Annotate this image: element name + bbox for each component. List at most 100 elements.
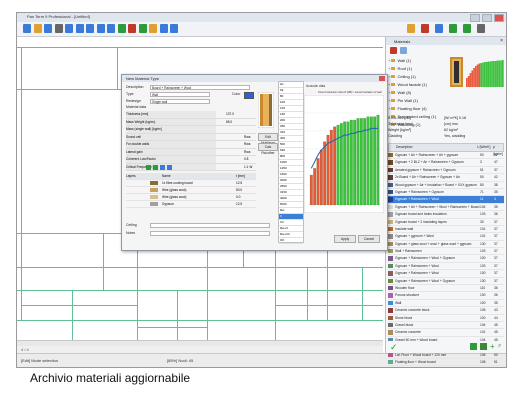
frequency-row[interactable]: OK — [279, 238, 303, 244]
table-row[interactable]: 2x Board + Air + Rainscreen + Gypsum + A… — [388, 174, 504, 182]
panel-chart-bar — [467, 76, 470, 87]
layer-thickness[interactable]: 12.5 — [236, 201, 242, 207]
save-icon[interactable] — [44, 24, 52, 33]
table-row[interactable]: Gypsum board + 2 insulating layers 30 37 — [388, 219, 504, 226]
description-input[interactable]: Board + Rainscreen + Wool — [150, 85, 250, 90]
add-material-icon[interactable] — [470, 343, 477, 350]
tree-item[interactable]: + Floating floor (4) — [388, 105, 448, 113]
plus-icon[interactable]: + — [490, 342, 495, 351]
col-description[interactable]: Description — [396, 144, 413, 151]
material-icon[interactable] — [390, 47, 397, 54]
table-row[interactable]: Ceramic concrete 101 45 — [388, 329, 504, 337]
property-value[interactable]: 65.0 — [226, 119, 232, 126]
move-up-icon[interactable] — [160, 165, 165, 170]
layer-row[interactable]: Wire (glass wool) 50.0 — [126, 187, 256, 194]
tree-item[interactable]: + Pin Wall (1) — [388, 97, 448, 105]
layers-icon[interactable] — [435, 24, 443, 33]
settings-icon[interactable] — [477, 24, 485, 33]
table-row[interactable]: Gypsum + Air + Rainscreen + Wool + Rains… — [388, 204, 504, 212]
sum-icon[interactable] — [449, 24, 457, 33]
frequency-table: Hz 63 80 100 125 160 200 250 315 400 500 630 800 1000… — [278, 81, 304, 244]
material-swatch — [388, 315, 393, 320]
undo-icon[interactable] — [65, 24, 73, 33]
search-icon[interactable]: ⌕ — [498, 343, 501, 350]
zoom-in-icon[interactable] — [86, 24, 94, 33]
table-row[interactable]: Gypsum + Rainscreen + Wool + Gypsum 100 37 — [388, 255, 504, 263]
layer-row[interactable]: Gypsum 12.5 — [126, 201, 256, 208]
table-row[interactable]: Gypsum + Rainscreen + Wool + Gypsum 130 37 — [388, 278, 504, 286]
table-row[interactable]: Ceramic concrete block 105 43 — [388, 307, 504, 315]
calculate-icon[interactable] — [407, 24, 415, 33]
settings-icon[interactable] — [400, 47, 407, 54]
redo-icon[interactable] — [75, 24, 84, 33]
help-icon[interactable] — [170, 24, 178, 33]
property-value[interactable]: 137.0 — [226, 111, 234, 118]
sheet-tab-label[interactable]: 4 / 4 — [21, 347, 29, 352]
minimize-button[interactable] — [470, 14, 480, 22]
table-row[interactable]: Wall 100 35 — [388, 300, 504, 308]
table-row[interactable]: Gypsum + Rainscreen + Wool 103 37 — [388, 263, 504, 271]
table-row[interactable]: Stone block 100 44 — [388, 315, 504, 322]
table-row[interactable]: Gypsum + Rainscreen + Wool 100 37 — [388, 270, 504, 278]
layer-row[interactable]: 1x fibre-cooling board 12.5 — [126, 180, 256, 187]
table-row[interactable]: Wooden floor 110 36 — [388, 285, 504, 293]
redesign-select[interactable]: Single wall — [150, 99, 210, 104]
table-row[interactable]: Gypsum + Rainscreen + Gypsum 71 35 — [388, 189, 504, 197]
table-row[interactable]: Gypsum + Rainscreen + Wool 11 4 — [388, 196, 504, 204]
material-icon[interactable] — [149, 24, 157, 33]
table-row[interactable]: Gypsum + 2 BL2 + Air + Rainscreen + Gyps… — [388, 159, 504, 167]
notes-input[interactable] — [150, 231, 270, 236]
chart-icon[interactable] — [421, 24, 429, 33]
type-select[interactable]: Wall — [150, 92, 210, 97]
layer-thickness[interactable]: 12.5 — [236, 180, 242, 186]
grid-icon[interactable] — [159, 24, 168, 33]
add-layer-icon[interactable] — [146, 165, 151, 170]
folder-icon — [391, 59, 396, 62]
table-row[interactable]: Aerated gypsum + Rainscreen + Gypsum 51 37 — [388, 167, 504, 175]
table-row[interactable]: Window frame + insulating frames 107 53 — [388, 366, 504, 367]
edit-material-icon[interactable] — [480, 343, 487, 350]
tree-item[interactable]: + Wall (1) — [388, 57, 448, 65]
layer-thickness[interactable]: 0.0 — [236, 194, 240, 200]
pan-icon[interactable] — [117, 24, 126, 33]
ceiling-input[interactable] — [150, 223, 270, 228]
line-icon[interactable] — [138, 24, 147, 33]
cancel-button[interactable]: Cancel — [358, 235, 380, 243]
remove-layer-icon[interactable] — [153, 165, 158, 170]
tree-item[interactable]: + Wood facade (1) — [388, 81, 448, 89]
table-row[interactable]: Porous structure 100 36 — [388, 292, 504, 300]
color-swatch[interactable] — [244, 92, 254, 99]
material-swatch — [388, 271, 393, 276]
print-icon[interactable] — [54, 24, 63, 33]
table-row[interactable]: Wall + Rainscreen 103 37 — [388, 248, 504, 256]
table-row[interactable]: Wood gypsum + Air + Insulation + Board +… — [388, 182, 504, 189]
layer-row[interactable]: Wire (glass wool) 0.0 — [126, 194, 256, 201]
table-row[interactable]: Gypsum + gypsum + Wool 101 37 — [388, 233, 504, 241]
globe-icon[interactable] — [463, 24, 471, 33]
table-row[interactable]: Gypsum + glass wool + wool + glass wool … — [388, 241, 504, 249]
table-row[interactable]: Gravel block 104 45 — [388, 322, 504, 330]
calc-rw-button[interactable]: Calc Rw/other — [258, 143, 278, 155]
apply-button[interactable]: Apply — [334, 235, 356, 243]
col-lambda[interactable]: λ [W/mK] — [477, 144, 490, 151]
maximize-button[interactable] — [482, 14, 492, 22]
close-icon[interactable]: × — [500, 38, 503, 44]
table-row[interactable]: Gypsum board and tanks insulation 103 36 — [388, 211, 504, 219]
tree-item[interactable]: + Ceiling (1) — [388, 73, 448, 81]
dialog-close-button[interactable] — [379, 76, 385, 81]
edit-multilayer-button[interactable]: Edit Multilayer — [258, 133, 278, 145]
check-icon[interactable]: ✓ — [390, 342, 398, 353]
table-row[interactable]: Floating floor + Wood board 106 51 — [388, 359, 504, 367]
zoom-out-icon[interactable] — [96, 24, 105, 33]
move-down-icon[interactable] — [167, 165, 172, 170]
new-icon[interactable] — [23, 24, 31, 33]
tree-item[interactable]: + Wall (8) — [388, 89, 448, 97]
table-row[interactable]: Insulate wall 101 37 — [388, 226, 504, 234]
table-row[interactable]: Gypsum + Air + Rainscreen + Air + gypsum… — [388, 152, 504, 160]
tree-item[interactable]: + Roof (1) — [388, 65, 448, 73]
zoom-fit-icon[interactable] — [107, 24, 115, 33]
open-icon[interactable] — [33, 24, 42, 33]
close-button[interactable] — [494, 14, 504, 22]
rectangle-icon[interactable] — [128, 24, 136, 33]
layer-thickness[interactable]: 50.0 — [236, 187, 242, 193]
